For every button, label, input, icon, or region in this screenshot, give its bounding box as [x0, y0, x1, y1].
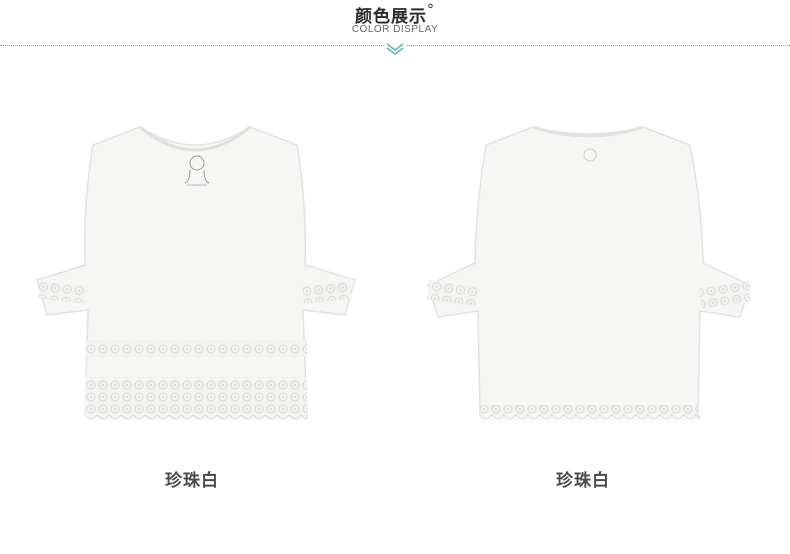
- title-mark: °: [427, 2, 435, 18]
- chevron-down-icon: [384, 42, 406, 56]
- product-image-front[interactable]: [25, 115, 365, 440]
- blouse-front-illustration: [36, 125, 356, 420]
- section-header: 颜色展示° COLOR DISPLAY: [0, 0, 790, 70]
- product-image-back[interactable]: [418, 115, 758, 440]
- color-label-back: 珍珠白: [556, 471, 610, 491]
- color-label-front: 珍珠白: [165, 471, 219, 491]
- blouse-back-illustration: [426, 125, 752, 420]
- section-subtitle: COLOR DISPLAY: [351, 24, 439, 35]
